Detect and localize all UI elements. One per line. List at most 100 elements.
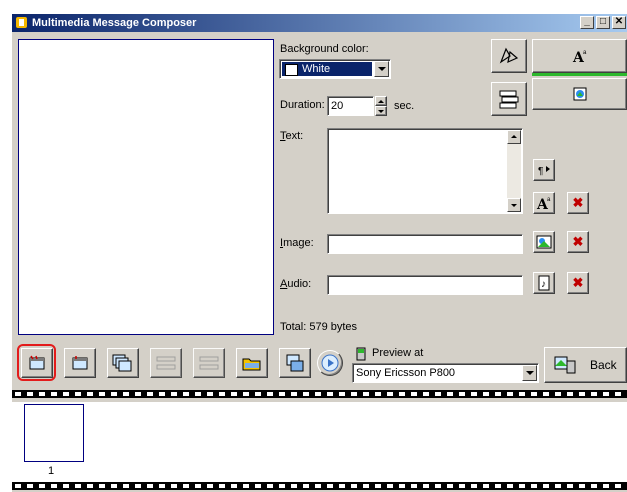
film-hole: [123, 484, 129, 488]
move-left-button[interactable]: [150, 348, 182, 378]
duration-down-button[interactable]: [375, 106, 387, 116]
film-hole: [123, 392, 129, 396]
film-hole: [387, 392, 393, 396]
film-hole: [255, 484, 261, 488]
close-button[interactable]: ✕: [612, 16, 626, 29]
audio-label: Audio:: [280, 278, 312, 290]
insert-slide-button[interactable]: [64, 348, 96, 378]
film-hole: [531, 484, 537, 488]
film-hole: [159, 484, 165, 488]
back-icon: [554, 356, 576, 374]
film-hole: [531, 392, 537, 396]
film-hole: [411, 392, 417, 396]
main-window: Multimedia Message Composer _ □ ✕ Backgr…: [12, 14, 627, 492]
play-icon: [321, 354, 339, 372]
background-color-select[interactable]: White: [279, 59, 391, 79]
text-style-tab[interactable]: Aa: [532, 39, 627, 73]
scroll-down-icon[interactable]: [507, 198, 521, 212]
film-hole: [219, 484, 225, 488]
film-hole: [15, 392, 21, 396]
audio-delete-button[interactable]: ✖: [567, 272, 589, 294]
duration-input[interactable]: 20: [327, 96, 374, 116]
film-strip-bottom: [12, 482, 627, 490]
film-hole: [195, 392, 201, 396]
rotate-button[interactable]: [491, 39, 527, 73]
film-hole: [291, 392, 297, 396]
film-hole: [615, 392, 621, 396]
film-hole: [39, 484, 45, 488]
maximize-button[interactable]: □: [596, 16, 610, 29]
film-right-icon: [199, 356, 219, 370]
slide-strip[interactable]: [12, 402, 627, 482]
film-hole: [39, 392, 45, 396]
delete-icon: ✖: [572, 195, 584, 210]
text-direction-button[interactable]: ¶: [533, 159, 555, 181]
font-button[interactable]: Aa: [533, 192, 555, 214]
chevron-up-icon: [378, 100, 384, 103]
open-button[interactable]: [236, 348, 268, 378]
device-select[interactable]: Sony Ericsson P800: [352, 363, 539, 383]
film-hole: [87, 484, 93, 488]
film-hole: [27, 392, 33, 396]
duration-value: 20: [331, 100, 344, 112]
film-hole: [231, 484, 237, 488]
image-label: Image:: [280, 237, 314, 249]
film-hole: [147, 392, 153, 396]
image-style-icon: [573, 87, 586, 101]
film-hole: [507, 392, 513, 396]
film-hole: [135, 392, 141, 396]
film-hole: [195, 484, 201, 488]
film-hole: [231, 392, 237, 396]
total-size: Total: 579 bytes: [280, 321, 358, 333]
film-hole: [219, 392, 225, 396]
audio-browse-button[interactable]: ♪: [533, 272, 555, 294]
svg-text:¶: ¶: [538, 166, 543, 176]
image-delete-button[interactable]: ✖: [567, 231, 589, 253]
film-hole: [303, 392, 309, 396]
color-swatch: [285, 64, 298, 76]
film-hole: [471, 392, 477, 396]
delete-icon: ✖: [572, 234, 584, 249]
film-hole: [483, 484, 489, 488]
film-hole: [507, 484, 513, 488]
image-browse-button[interactable]: [533, 231, 555, 253]
film-hole: [399, 392, 405, 396]
film-hole: [363, 484, 369, 488]
play-button[interactable]: [317, 350, 343, 376]
svg-text:a: a: [547, 197, 551, 203]
film-hole: [543, 484, 549, 488]
svg-text:a: a: [583, 50, 587, 56]
film-hole: [447, 484, 453, 488]
image-style-tab[interactable]: [532, 78, 627, 110]
text-delete-button[interactable]: ✖: [567, 192, 589, 214]
film-hole: [423, 484, 429, 488]
text-area[interactable]: [327, 128, 523, 214]
dropdown-arrow-icon[interactable]: [374, 61, 389, 77]
film-hole: [171, 392, 177, 396]
text-scrollbar[interactable]: [507, 130, 521, 212]
duration-unit: sec.: [394, 100, 415, 112]
open-folder-icon: [242, 358, 261, 371]
audio-input[interactable]: [327, 275, 523, 295]
save-icon: [286, 354, 304, 372]
back-button[interactable]: Back: [544, 347, 627, 383]
image-input[interactable]: [327, 234, 523, 254]
delete-icon: ✖: [572, 275, 584, 290]
minimize-button[interactable]: _: [580, 16, 594, 29]
film-hole: [183, 392, 189, 396]
copy-slide-button[interactable]: [107, 348, 139, 378]
scroll-up-icon[interactable]: [507, 130, 521, 144]
svg-text:♪: ♪: [541, 279, 546, 290]
film-hole: [579, 392, 585, 396]
film-hole: [339, 392, 345, 396]
move-right-button[interactable]: [193, 348, 225, 378]
film-hole: [171, 484, 177, 488]
text-style-icon: Aa: [572, 50, 587, 64]
stack-button[interactable]: [491, 82, 527, 116]
film-hole: [471, 484, 477, 488]
film-hole: [603, 392, 609, 396]
save-button[interactable]: [279, 348, 311, 378]
duration-up-button[interactable]: [375, 96, 387, 106]
dropdown-arrow-icon[interactable]: [522, 365, 537, 381]
slide-thumbnail[interactable]: [24, 404, 84, 462]
